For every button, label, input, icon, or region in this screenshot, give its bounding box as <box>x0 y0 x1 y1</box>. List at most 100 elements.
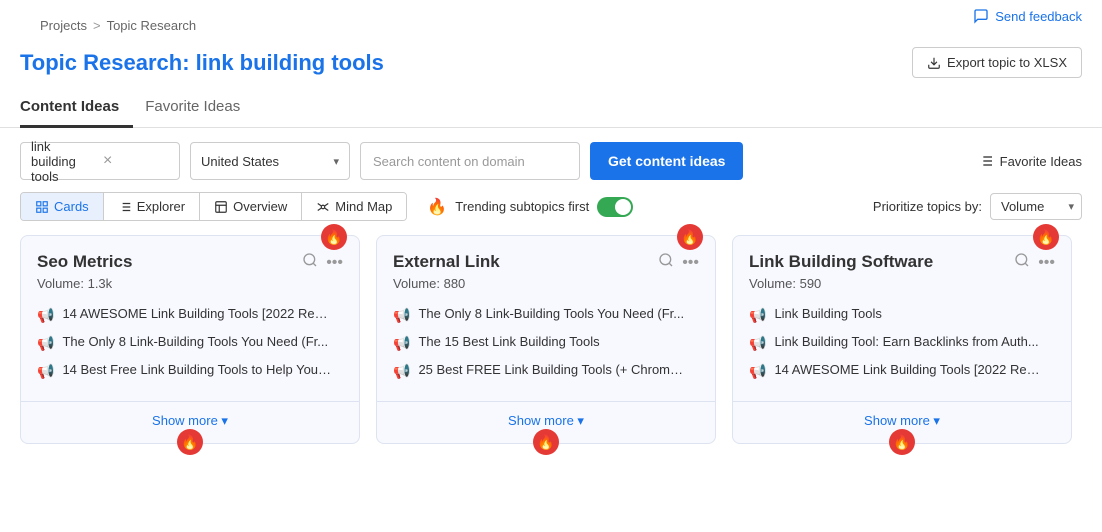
country-select[interactable]: United States United Kingdom Canada Aust… <box>201 154 329 169</box>
card-external-actions: ••• <box>658 252 699 273</box>
list-item: 📢 The 15 Best Link Building Tools <box>393 329 699 357</box>
card-seo-volume: Volume: 1.3k <box>37 276 132 291</box>
export-button[interactable]: Export topic to XLSX <box>912 47 1082 78</box>
fav-ideas-label: Favorite Ideas <box>1000 154 1082 169</box>
megaphone-icon: 📢 <box>393 307 410 324</box>
view-tab-mindmap-label: Mind Map <box>335 199 392 214</box>
country-select-wrapper[interactable]: United States United Kingdom Canada Aust… <box>190 142 350 180</box>
filters-row: link building tools × United States Unit… <box>0 142 1102 192</box>
list-item: 📢 14 Best Free Link Building Tools to He… <box>37 357 343 385</box>
show-more-external[interactable]: Show more ▾ <box>508 413 584 428</box>
link-text[interactable]: Link Building Tools <box>774 306 881 321</box>
card-external-title: External Link <box>393 252 500 272</box>
fire-badge-software: 🔥 <box>1033 224 1059 250</box>
card-external-info: External Link Volume: 880 <box>393 252 500 291</box>
cards-area: 🔥 Seo Metrics Volume: 1.3k ••• 📢 14 AWES… <box>0 235 1102 460</box>
show-more-software[interactable]: Show more ▾ <box>864 413 940 428</box>
megaphone-icon: 📢 <box>749 363 766 380</box>
view-tab-overview[interactable]: Overview <box>200 193 302 220</box>
domain-search-input[interactable]: Search content on domain <box>360 142 580 180</box>
tab-content-ideas[interactable]: Content Ideas <box>20 88 133 128</box>
card-link-building-software: 🔥 Link Building Software Volume: 590 •••… <box>732 235 1072 444</box>
more-icon[interactable]: ••• <box>1038 254 1055 272</box>
megaphone-icon: 📢 <box>393 363 410 380</box>
favorite-ideas-button[interactable]: Favorite Ideas <box>978 153 1082 169</box>
card-software-volume: Volume: 590 <box>749 276 933 291</box>
card-external-links: 📢 The Only 8 Link-Building Tools You Nee… <box>377 301 715 395</box>
card-software-header: Link Building Software Volume: 590 ••• <box>733 236 1071 301</box>
volume-select[interactable]: Volume Efficiency Difficulty <box>990 193 1082 220</box>
top-bar: Projects > Topic Research Send feedback <box>0 0 1102 43</box>
chevron-down-icon: ▾ <box>333 155 339 168</box>
link-text[interactable]: The Only 8 Link-Building Tools You Need … <box>62 334 328 349</box>
view-tab-overview-label: Overview <box>233 199 287 214</box>
view-tab-cards-label: Cards <box>54 199 89 214</box>
trending-label: Trending subtopics first <box>455 199 589 214</box>
page-title: Topic Research: link building tools <box>20 50 384 76</box>
search-icon[interactable] <box>302 252 318 273</box>
link-text[interactable]: 14 Best Free Link Building Tools to Help… <box>62 362 332 377</box>
list-item: 📢 The Only 8 Link-Building Tools You Nee… <box>37 329 343 357</box>
card-software-actions: ••• <box>1014 252 1055 273</box>
link-text[interactable]: Link Building Tool: Earn Backlinks from … <box>774 334 1038 349</box>
link-text[interactable]: 14 AWESOME Link Building Tools [2022 Rev… <box>774 362 1044 377</box>
megaphone-icon: 📢 <box>749 335 766 352</box>
list-item: 📢 14 AWESOME Link Building Tools [2022 R… <box>749 357 1055 385</box>
trending-area: 🔥 Trending subtopics first <box>427 197 633 217</box>
link-text[interactable]: 14 AWESOME Link Building Tools [2022 Rev… <box>62 306 332 321</box>
main-tabs: Content Ideas Favorite Ideas <box>0 88 1102 128</box>
more-icon[interactable]: ••• <box>326 254 343 272</box>
breadcrumb-separator: > <box>93 18 101 33</box>
link-text[interactable]: The Only 8 Link-Building Tools You Need … <box>418 306 684 321</box>
list-item: 📢 Link Building Tool: Earn Backlinks fro… <box>749 329 1055 357</box>
search-icon[interactable] <box>658 252 674 273</box>
keyword-input-wrapper: link building tools × <box>20 142 180 180</box>
get-ideas-button[interactable]: Get content ideas <box>590 142 743 180</box>
breadcrumb-projects[interactable]: Projects <box>40 18 87 33</box>
card-seo-links: 📢 14 AWESOME Link Building Tools [2022 R… <box>21 301 359 395</box>
card-seo-actions: ••• <box>302 252 343 273</box>
card-external-volume: Volume: 880 <box>393 276 500 291</box>
megaphone-icon: 📢 <box>37 363 54 380</box>
fire-badge-seo: 🔥 <box>321 224 347 250</box>
megaphone-icon: 📢 <box>37 307 54 324</box>
prioritize-area: Prioritize topics by: Volume Efficiency … <box>873 193 1082 220</box>
card-seo-metrics: 🔥 Seo Metrics Volume: 1.3k ••• 📢 14 AWES… <box>20 235 360 444</box>
keyword-clear-icon[interactable]: × <box>103 153 169 169</box>
view-tab-explorer-label: Explorer <box>137 199 185 214</box>
domain-search-placeholder: Search content on domain <box>373 154 525 169</box>
card-software-info: Link Building Software Volume: 590 <box>749 252 933 291</box>
fire-badge-software-bottom: 🔥 <box>889 429 915 455</box>
send-feedback-label: Send feedback <box>995 9 1082 24</box>
trending-toggle[interactable] <box>597 197 633 217</box>
volume-wrapper: Volume Efficiency Difficulty <box>990 193 1082 220</box>
view-tab-mindmap[interactable]: Mind Map <box>302 193 406 220</box>
view-tab-explorer[interactable]: Explorer <box>104 193 200 220</box>
export-label: Export topic to XLSX <box>947 55 1067 70</box>
view-tabs: Cards Explorer Overview <box>20 192 407 221</box>
send-feedback-button[interactable]: Send feedback <box>973 8 1082 24</box>
link-text[interactable]: The 15 Best Link Building Tools <box>418 334 599 349</box>
view-row: Cards Explorer Overview <box>0 192 1102 235</box>
card-seo-header: Seo Metrics Volume: 1.3k ••• <box>21 236 359 301</box>
page-title-keyword: link building tools <box>196 50 384 75</box>
fire-icon: 🔥 <box>427 197 447 217</box>
fire-badge-seo-bottom: 🔥 <box>177 429 203 455</box>
fire-badge-external-bottom: 🔥 <box>533 429 559 455</box>
page-header: Topic Research: link building tools Expo… <box>0 43 1102 88</box>
view-tab-cards[interactable]: Cards <box>21 193 104 220</box>
link-text[interactable]: 25 Best FREE Link Building Tools (+ Chro… <box>418 362 688 377</box>
megaphone-icon: 📢 <box>37 335 54 352</box>
tab-favorite-ideas[interactable]: Favorite Ideas <box>145 88 254 128</box>
card-software-title: Link Building Software <box>749 252 933 272</box>
breadcrumb-current: Topic Research <box>107 18 197 33</box>
search-icon[interactable] <box>1014 252 1030 273</box>
card-external-link: 🔥 External Link Volume: 880 ••• 📢 The On… <box>376 235 716 444</box>
card-external-header: External Link Volume: 880 ••• <box>377 236 715 301</box>
more-icon[interactable]: ••• <box>682 254 699 272</box>
card-software-links: 📢 Link Building Tools 📢 Link Building To… <box>733 301 1071 395</box>
fire-badge-external: 🔥 <box>677 224 703 250</box>
show-more-seo[interactable]: Show more ▾ <box>152 413 228 428</box>
megaphone-icon: 📢 <box>749 307 766 324</box>
megaphone-icon: 📢 <box>393 335 410 352</box>
